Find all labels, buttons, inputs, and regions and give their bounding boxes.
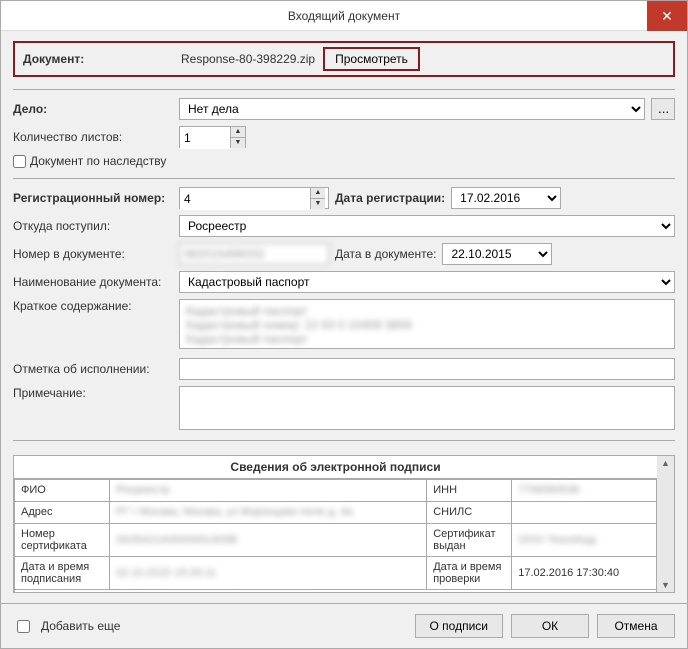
case-more-button[interactable]: ... <box>651 98 675 120</box>
signature-table: ФИО Росреестр ИНН 7706560536 Адрес РГ г … <box>14 479 657 592</box>
document-filename: Response-80-398229.zip <box>181 52 315 66</box>
document-label: Документ: <box>23 52 173 66</box>
summary-textarea[interactable]: Кадастровый паспорт Кадастровый номер: 2… <box>179 299 675 349</box>
signature-section: Сведения об электронной подписи ФИО Роср… <box>13 455 675 593</box>
window: Входящий документ ✕ Документ: Response-8… <box>0 0 688 649</box>
view-button[interactable]: Просмотреть <box>323 47 420 71</box>
sig-inn-value: 7706560536 <box>518 484 579 496</box>
sig-certissued-value: ООО ТехноКад <box>518 534 595 546</box>
sig-certnum-label: Номер сертификата <box>15 523 110 556</box>
table-row: Не известная ошибка [ID] Сведения о сост… <box>15 589 657 592</box>
docname-select[interactable]: Кадастровый паспорт <box>179 271 675 293</box>
sig-fio-value: Росреестр <box>116 484 169 496</box>
sig-checkdate-value: 17.02.2016 17:30:40 <box>512 556 657 589</box>
sheets-label: Количество листов: <box>13 130 173 144</box>
docname-label: Наименование документа: <box>13 275 173 289</box>
cancel-button[interactable]: Отмена <box>597 614 675 638</box>
divider <box>13 89 675 90</box>
from-label: Откуда поступил: <box>13 219 173 233</box>
signature-title: Сведения об электронной подписи <box>14 456 657 479</box>
from-select[interactable]: Росреестр <box>179 215 675 237</box>
add-more-label: Добавить еще <box>41 619 120 633</box>
execution-input[interactable] <box>179 358 675 380</box>
docdate-select[interactable]: 22.10.2015 <box>442 243 552 265</box>
note-label: Примечание: <box>13 386 173 400</box>
docnum-input[interactable] <box>179 243 329 265</box>
sig-signdate-value: 02.10.2015 15:33:11 <box>116 567 216 579</box>
regnum-up-icon[interactable]: ▲ <box>311 188 325 199</box>
table-row: ФИО Росреестр ИНН 7706560536 <box>15 479 657 501</box>
sheets-input[interactable] <box>180 127 230 149</box>
sheets-down-icon[interactable]: ▼ <box>231 138 245 148</box>
case-select[interactable]: Нет дела <box>179 98 645 120</box>
divider <box>13 178 675 179</box>
table-row: Адрес РГ г Москва, Москва, ул Воронцово … <box>15 501 657 523</box>
sig-addr-value: РГ г Москва, Москва, ул Воронцово поле д… <box>116 506 353 518</box>
sig-certnum-value: 3A35A21A0000001405B <box>116 534 237 546</box>
inheritance-label: Документ по наследству <box>30 154 166 168</box>
regdate-label: Дата регистрации: <box>335 191 445 205</box>
docdate-label: Дата в документе: <box>335 247 436 261</box>
titlebar: Входящий документ ✕ <box>1 1 687 31</box>
sig-snils-value <box>512 501 657 523</box>
scroll-up-icon[interactable]: ▲ <box>661 456 670 470</box>
regnum-down-icon[interactable]: ▼ <box>311 199 325 209</box>
close-icon: ✕ <box>661 8 673 25</box>
regnum-label: Регистрационный номер: <box>13 191 173 205</box>
execution-label: Отметка об исполнении: <box>13 362 173 376</box>
sig-checkdate-label: Дата и время проверки <box>427 556 512 589</box>
content-area: Документ: Response-80-398229.zip Просмот… <box>1 31 687 603</box>
close-button[interactable]: ✕ <box>647 1 687 31</box>
note-textarea[interactable] <box>179 386 675 430</box>
sig-inn-label: ИНН <box>427 479 512 501</box>
docnum-label: Номер в документе: <box>13 247 173 261</box>
regdate-select[interactable]: 17.02.2016 <box>451 187 561 209</box>
sig-fio-label: ФИО <box>15 479 110 501</box>
sheets-spinner[interactable]: ▲ ▼ <box>179 126 246 148</box>
divider <box>13 440 675 441</box>
footer: Добавить еще О подписи ОК Отмена <box>1 603 687 648</box>
about-signature-button[interactable]: О подписи <box>415 614 503 638</box>
summary-label: Краткое содержание: <box>13 299 173 313</box>
scroll-down-icon[interactable]: ▼ <box>661 578 670 592</box>
sig-certissued-label: Сертификат выдан <box>427 523 512 556</box>
sig-addr-label: Адрес <box>15 501 110 523</box>
ok-button[interactable]: ОК <box>511 614 589 638</box>
case-label: Дело: <box>13 102 173 116</box>
add-more-checkbox[interactable] <box>17 620 30 633</box>
sig-snils-label: СНИЛС <box>427 501 512 523</box>
sheets-up-icon[interactable]: ▲ <box>231 127 245 138</box>
regnum-input[interactable] <box>180 188 310 210</box>
sig-signdate-label: Дата и время подписания <box>15 556 110 589</box>
signature-scrollbar[interactable]: ▲ ▼ <box>657 456 674 592</box>
window-title: Входящий документ <box>288 9 400 23</box>
table-row: Дата и время подписания 02.10.2015 15:33… <box>15 556 657 589</box>
inheritance-checkbox[interactable] <box>13 155 26 168</box>
table-row: Номер сертификата 3A35A21A0000001405B Се… <box>15 523 657 556</box>
document-file-row: Документ: Response-80-398229.zip Просмот… <box>13 41 675 77</box>
regnum-spinner[interactable]: ▲ ▼ <box>179 187 329 209</box>
